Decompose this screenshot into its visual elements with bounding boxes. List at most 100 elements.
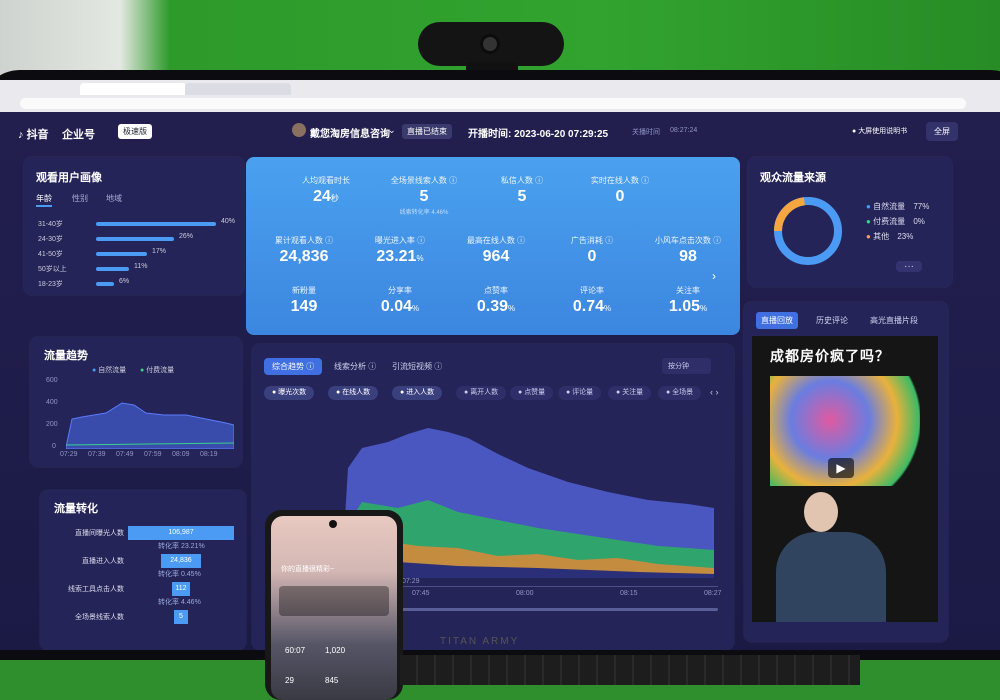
conversion-label: 全场景线索人数 — [75, 614, 124, 621]
chip-exposure[interactable]: ● 曝光次数 — [264, 386, 315, 400]
x-tick: 07:45 — [412, 590, 430, 597]
y-tick: 400 — [46, 399, 58, 406]
metric-cell: 全场景线索人数 ⓘ 5 线索转化率 4.46% — [374, 175, 474, 216]
browser-tab[interactable] — [185, 83, 291, 95]
tab-gender[interactable]: 性别 — [72, 193, 88, 204]
chevron-right-icon[interactable]: › — [712, 269, 716, 283]
metric-label: 全场景线索人数 ⓘ — [390, 176, 458, 185]
legend-paid: ● 付费流量 — [140, 367, 175, 374]
tab-region[interactable]: 地域 — [106, 193, 122, 204]
tab-lead-analysis[interactable]: 线索分析 ⓘ — [334, 361, 376, 372]
tab-history-comments[interactable]: 历史评论 — [816, 315, 848, 326]
browser-chrome — [0, 80, 1000, 112]
x-tick: 07:49 — [116, 451, 134, 458]
phone-stat: 29 — [285, 676, 294, 685]
replay-video[interactable]: 成都房价疯了吗？ ▶ — [752, 336, 938, 622]
play-icon[interactable]: ▶ — [828, 458, 854, 478]
conversion-bar: 112 — [172, 582, 190, 596]
metric-label: 关注率 — [676, 286, 700, 295]
tab-overall-trend[interactable]: 综合趋势 ⓘ — [264, 358, 323, 375]
age-bar-label: 50岁以上 — [38, 266, 67, 273]
streamer-avatar — [292, 123, 306, 137]
audience-title: 观看用户画像 — [36, 172, 102, 184]
source-legend-item: ● 付费流量 0% — [866, 217, 925, 226]
monitor-brand: TITAN ARMY — [440, 636, 520, 647]
chevron-down-icon[interactable]: ⌄ — [388, 125, 396, 136]
legend-natural: ● 自然流量 — [92, 367, 127, 374]
conversion-rate: 转化率 0.45% — [158, 571, 201, 578]
period-select[interactable]: 按分钟 — [662, 358, 711, 374]
streamer-name[interactable]: 戴您淘房信息咨询 — [310, 125, 390, 140]
metric-value: 24秒 — [313, 188, 339, 205]
age-bar-value: 40% — [221, 218, 236, 225]
metric-value: 0 — [587, 248, 597, 265]
x-tick: 07:29 — [60, 451, 78, 458]
age-bar-value: 17% — [152, 248, 167, 255]
metric-label: 私信人数 ⓘ — [500, 176, 544, 185]
source-legend-item: ● 自然流量 77% — [866, 202, 930, 211]
metric-label: 累计观看人数 ⓘ — [274, 236, 334, 245]
tab-age[interactable]: 年龄 — [36, 193, 52, 204]
metric-cell: 人均观看时长 24秒 — [276, 175, 376, 207]
chip-scroll-icon[interactable]: ‹ › — [710, 387, 719, 397]
age-bar — [96, 252, 147, 256]
chip-follows[interactable]: ● 关注量 — [608, 386, 652, 400]
y-tick: 0 — [52, 443, 56, 450]
tab-short-video[interactable]: 引流短视频 ⓘ — [392, 361, 442, 372]
tab-replay[interactable]: 直播回放 — [756, 312, 798, 329]
x-tick: 08:27 — [704, 590, 722, 597]
more-button[interactable]: ··· — [896, 261, 922, 272]
fullscreen-button[interactable]: 全屏 — [926, 122, 958, 141]
replay-card: 直播回放 历史评论 高光直播片段 成都房价疯了吗？ ▶ — [744, 302, 948, 642]
metric-label: 评论率 — [580, 286, 604, 295]
webcam — [418, 22, 564, 66]
metric-cell: 新粉量 149 — [254, 285, 354, 317]
top-bar: ♪ 抖音 企业号 极速版 戴您淘房信息咨询 ⌄ 直播已结束 开播时间: 2023… — [0, 112, 1000, 154]
smartphone: 你的直播很精彩~ 60:07 1,020 29 845 — [265, 510, 403, 700]
age-bar-value: 6% — [119, 278, 130, 285]
address-bar[interactable] — [20, 98, 966, 109]
phone-screen: 你的直播很精彩~ 60:07 1,020 29 845 — [271, 516, 397, 700]
metric-value: 24,836 — [279, 248, 329, 265]
age-bar-label: 41-50岁 — [38, 251, 63, 258]
conversion-label: 直播间曝光人数 — [75, 530, 124, 537]
metric-cell: 广告消耗 ⓘ 0 — [542, 235, 642, 267]
brand-label: 企业号 — [62, 129, 95, 141]
legend-dot-icon: ● — [866, 217, 871, 226]
edition-badge: 极速版 — [118, 124, 152, 139]
metric-cell: 点赞率 0.39% — [446, 285, 546, 317]
chip-enter[interactable]: ● 进入人数 — [392, 386, 443, 400]
metric-label: 点赞率 — [484, 286, 508, 295]
video-title: 成都房价疯了吗？ — [770, 348, 890, 364]
traffic-source-title: 观众流量来源 — [760, 172, 826, 184]
conversion-label: 直播进入人数 — [82, 558, 124, 565]
manual-link[interactable]: ● 大屏使用说明书 — [852, 126, 907, 136]
browser-tab[interactable] — [80, 83, 186, 95]
metric-cell: 私信人数 ⓘ 5 — [472, 175, 572, 207]
dashboard: ♪ 抖音 企业号 极速版 戴您淘房信息咨询 ⌄ 直播已结束 开播时间: 2023… — [0, 112, 1000, 650]
timeline-scrubber[interactable] — [402, 608, 718, 611]
metric-cell: 关注率 1.05% — [638, 285, 738, 317]
metrics-card: › 人均观看时长 24秒 全场景线索人数 ⓘ 5 线索转化率 4.46% 私信人数 ⓘ 5 实… — [246, 157, 740, 335]
tab-highlights[interactable]: 高光直播片段 — [870, 315, 918, 326]
age-bar — [96, 237, 174, 241]
conversion-bar: 24,836 — [161, 554, 201, 568]
metric-label: 新粉量 — [292, 286, 316, 295]
chip-comments[interactable]: ● 评论量 — [558, 386, 602, 400]
source-donut — [774, 197, 842, 265]
metric-cell: 累计观看人数 ⓘ 24,836 — [254, 235, 354, 267]
chip-all-scenes[interactable]: ● 全场景 — [658, 386, 702, 400]
metric-value: 964 — [482, 248, 510, 265]
metric-value: 0.04% — [380, 298, 420, 315]
chip-likes[interactable]: ● 点赞量 — [510, 386, 554, 400]
x-tick: 07:29 — [402, 578, 420, 585]
chip-online[interactable]: ● 在线人数 — [328, 386, 379, 400]
legend-dot-icon: ● — [866, 232, 871, 241]
metric-cell: 最高在线人数 ⓘ 964 — [446, 235, 546, 267]
monitor-screen: ♪ 抖音 企业号 极速版 戴您淘房信息咨询 ⌄ 直播已结束 开播时间: 2023… — [0, 80, 1000, 650]
metric-chip-row: ● 曝光次数 ● 在线人数 ● 进入人数 ● 离开人数 ● 点赞量 ● 评论量 … — [264, 386, 724, 402]
metric-value: 0.74% — [572, 298, 612, 315]
traffic-trend-graph — [66, 402, 234, 449]
chip-leave[interactable]: ● 离开人数 — [456, 386, 507, 400]
metric-label: 最高在线人数 ⓘ — [466, 236, 526, 245]
